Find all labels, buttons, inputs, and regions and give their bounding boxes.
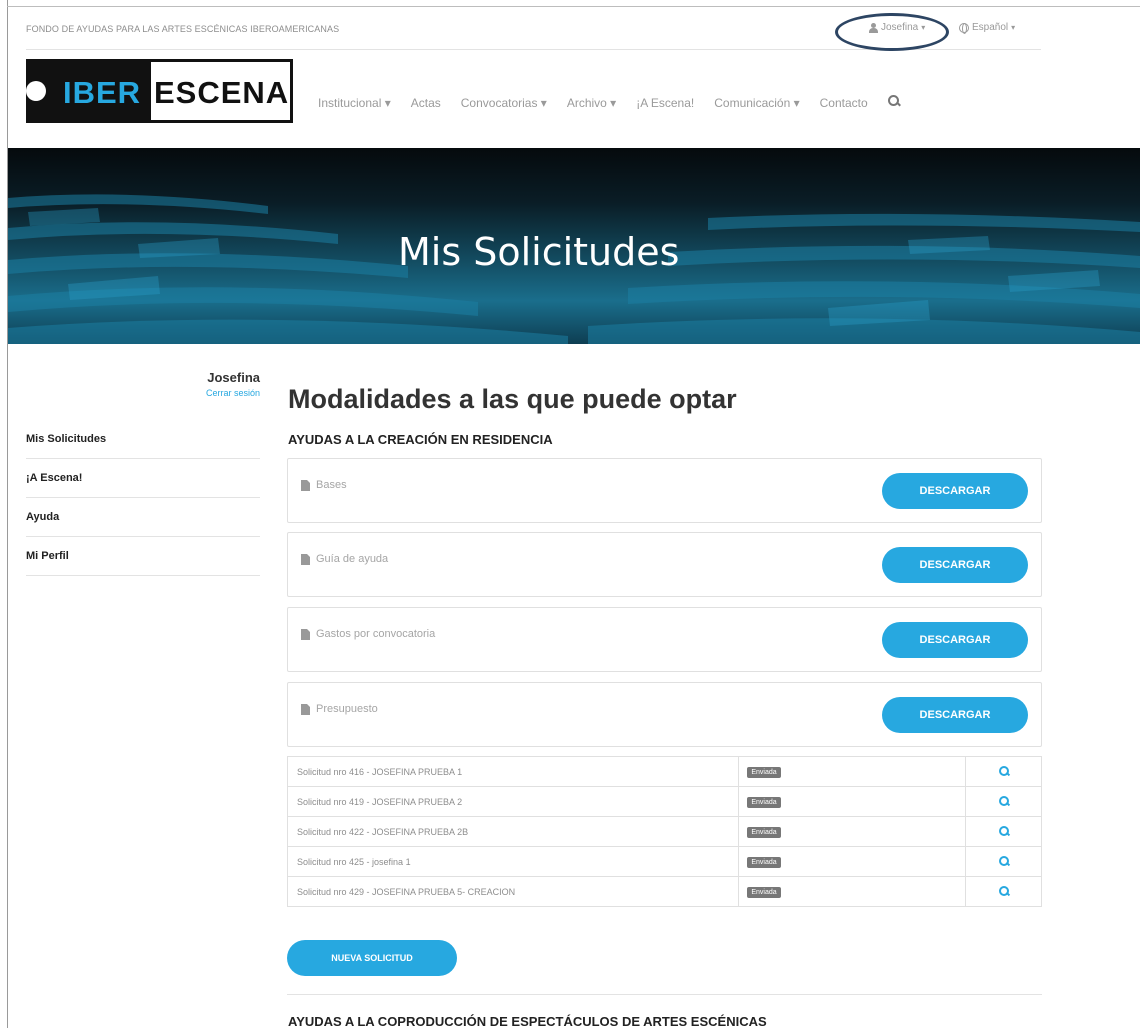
nav-item-contacto[interactable]: Contacto — [820, 96, 868, 110]
nav-item-a-escena[interactable]: ¡A Escena! — [636, 96, 694, 110]
section-title-coproduccion: AYUDAS A LA COPRODUCCIÓN DE ESPECTÁCULOS… — [288, 1014, 767, 1028]
nav-item-convocatorias[interactable]: Convocatorias ▾ — [461, 96, 547, 110]
nav-item-institucional[interactable]: Institucional ▾ — [318, 96, 391, 110]
download-button[interactable]: DESCARGAR — [882, 697, 1028, 733]
annotation-ellipse — [835, 13, 949, 51]
request-name: Solicitud nro 416 - JOSEFINA PRUEBA 1 — [286, 756, 740, 787]
section-title-creacion: AYUDAS A LA CREACIÓN EN RESIDENCIA — [288, 432, 553, 447]
page-title: Modalidades a las que puede optar — [288, 384, 737, 414]
document-card-guia: Guía de ayuda DESCARGAR — [287, 532, 1042, 597]
download-button[interactable]: DESCARGAR — [882, 622, 1028, 658]
magnifier-icon[interactable] — [998, 885, 1009, 896]
table-row: Solicitud nro 422 - JOSEFINA PRUEBA 2B E… — [286, 816, 1042, 847]
magnifier-icon[interactable] — [998, 825, 1009, 836]
status-badge: Enviada — [747, 886, 781, 898]
document-label: Bases — [301, 479, 347, 491]
request-name: Solicitud nro 422 - JOSEFINA PRUEBA 2B — [286, 816, 740, 847]
site-logo[interactable]: IBER ESCENA — [26, 59, 293, 123]
request-name: Solicitud nro 429 - JOSEFINA PRUEBA 5- C… — [286, 876, 740, 907]
magnifier-icon[interactable] — [998, 855, 1009, 866]
request-name: Solicitud nro 419 - JOSEFINA PRUEBA 2 — [286, 786, 740, 817]
section-divider — [287, 994, 1042, 995]
nav-item-archivo[interactable]: Archivo ▾ — [567, 96, 616, 110]
table-row: Solicitud nro 425 - josefina 1 Enviada — [286, 846, 1042, 877]
sidebar-item-a-escena[interactable]: ¡A Escena! — [26, 459, 260, 498]
file-icon — [301, 553, 310, 565]
logo-text-escena: ESCENA — [154, 75, 290, 110]
requests-table: Solicitud nro 416 - JOSEFINA PRUEBA 1 En… — [286, 756, 1042, 907]
document-card-presupuesto: Presupuesto DESCARGAR — [287, 682, 1042, 747]
document-card-bases: Bases DESCARGAR — [287, 458, 1042, 523]
file-icon — [301, 703, 310, 715]
language-menu[interactable]: Español ▾ — [959, 22, 1016, 34]
file-icon — [301, 479, 310, 491]
logo-dot — [26, 81, 46, 101]
logo-black-block: IBER — [26, 62, 151, 120]
hero-title: Mis Solicitudes — [398, 230, 680, 274]
magnifier-icon[interactable] — [998, 795, 1009, 806]
language-menu-label: Español — [972, 22, 1009, 33]
site-tagline: FONDO DE AYUDAS PARA LAS ARTES ESCÉNICAS… — [26, 24, 340, 34]
sidebar-user-name: Josefina — [207, 370, 260, 385]
sidebar-menu: Mis Solicitudes ¡A Escena! Ayuda Mi Perf… — [26, 420, 260, 576]
sidebar-item-mis-solicitudes[interactable]: Mis Solicitudes — [26, 420, 260, 459]
document-label: Presupuesto — [301, 703, 378, 715]
sidebar-item-mi-perfil[interactable]: Mi Perfil — [26, 537, 260, 576]
nav-item-comunicacion[interactable]: Comunicación ▾ — [714, 96, 799, 110]
status-badge: Enviada — [747, 766, 781, 778]
globe-icon — [959, 22, 969, 34]
status-badge: Enviada — [747, 796, 781, 808]
request-name: Solicitud nro 425 - josefina 1 — [286, 846, 740, 877]
file-icon — [301, 628, 310, 640]
document-label: Guía de ayuda — [301, 553, 388, 565]
table-row: Solicitud nro 419 - JOSEFINA PRUEBA 2 En… — [286, 786, 1042, 817]
status-badge: Enviada — [747, 856, 781, 868]
sidebar-item-ayuda[interactable]: Ayuda — [26, 498, 260, 537]
main-nav: Institucional ▾ Actas Convocatorias ▾ Ar… — [318, 95, 900, 110]
magnifier-icon[interactable] — [998, 765, 1009, 776]
table-row: Solicitud nro 416 - JOSEFINA PRUEBA 1 En… — [286, 756, 1042, 787]
document-label: Gastos por convocatoria — [301, 628, 435, 640]
new-request-button[interactable]: NUEVA SOLICITUD — [287, 940, 457, 976]
document-card-gastos: Gastos por convocatoria DESCARGAR — [287, 607, 1042, 672]
table-row: Solicitud nro 429 - JOSEFINA PRUEBA 5- C… — [286, 876, 1042, 907]
status-badge: Enviada — [747, 826, 781, 838]
search-icon[interactable] — [887, 95, 900, 107]
download-button[interactable]: DESCARGAR — [882, 547, 1028, 583]
download-button[interactable]: DESCARGAR — [882, 473, 1028, 509]
screenshot-frame-top — [7, 6, 1140, 7]
nav-item-actas[interactable]: Actas — [411, 96, 441, 110]
logo-text-iber: IBER — [63, 75, 142, 110]
hero-banner: Mis Solicitudes — [8, 148, 1140, 344]
logout-link[interactable]: Cerrar sesión — [26, 388, 260, 398]
chevron-down-icon: ▾ — [1011, 23, 1016, 32]
